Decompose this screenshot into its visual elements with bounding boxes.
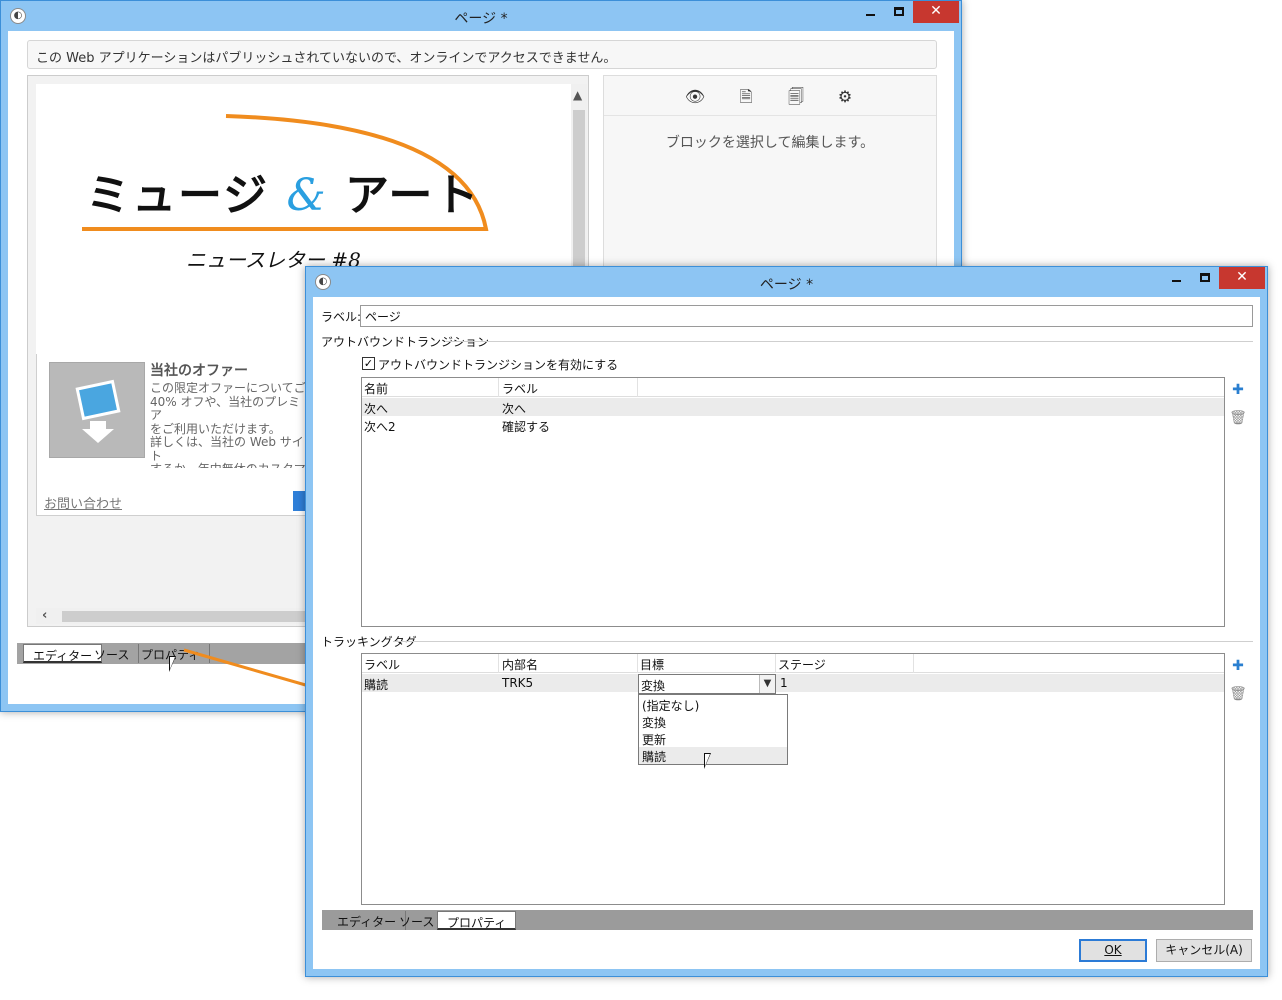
maximize-icon <box>1200 273 1210 282</box>
delete-tag-icon[interactable]: 🗑 <box>1229 685 1247 703</box>
column-header[interactable]: ラベル <box>502 380 538 397</box>
grid-header: 名前 ラベル <box>362 378 1224 397</box>
column-separator <box>498 654 499 673</box>
logo-ampersand: & <box>286 170 328 221</box>
cell-label: 確認する <box>502 420 551 434</box>
column-header[interactable]: 内部名 <box>502 656 538 673</box>
enable-outbound-checkbox[interactable]: ✓ <box>362 357 375 370</box>
tab-properties[interactable]: プロパティ <box>437 911 517 930</box>
select-block-message: ブロックを選択して編集します。 <box>665 135 875 151</box>
upload-document-icon[interactable]: 🗎 <box>735 86 757 108</box>
maximize-button[interactable] <box>1191 267 1219 289</box>
column-header[interactable]: ステージ <box>778 656 826 673</box>
outbound-transitions-grid: 名前 ラベル 次へ 次へ 次へ2 確認する <box>361 377 1225 627</box>
preview-eye-icon[interactable]: 👁 <box>684 86 706 108</box>
picture-icon <box>75 379 121 443</box>
scroll-thumb[interactable] <box>573 110 585 270</box>
preview-toolbar: 👁 🗎 🗐 ⚙ <box>604 76 936 116</box>
contact-link[interactable]: お問い合わせ <box>44 493 122 512</box>
column-separator <box>775 654 776 673</box>
delete-transition-icon[interactable]: 🗑 <box>1229 409 1247 427</box>
minimize-button[interactable] <box>1163 267 1191 289</box>
add-transition-icon[interactable]: ✚ <box>1229 381 1247 399</box>
title-bar[interactable]: ◐ ページ * ✕ <box>1 1 961 31</box>
label-caption: ラベル: <box>321 310 362 324</box>
column-separator <box>913 654 914 673</box>
cell-stage: 1 <box>780 676 788 690</box>
save-document-icon[interactable]: 🗐 <box>785 86 807 108</box>
table-row[interactable]: 次へ2 確認する <box>362 416 1224 434</box>
column-header[interactable]: 目標 <box>640 656 664 673</box>
target-selected-value: 変換 <box>641 679 666 693</box>
dropdown-option[interactable]: 購読 <box>639 747 787 764</box>
logo-part1: ミュージ <box>86 170 270 221</box>
label-input[interactable] <box>360 305 1253 327</box>
window-title: ページ * <box>454 11 508 27</box>
document-settings-icon[interactable]: ⚙ <box>834 86 856 108</box>
table-row[interactable]: 次へ 次へ <box>362 398 1224 416</box>
editor-tabs: エディター ソース プロパティ <box>17 643 317 664</box>
target-dropdown-list: (指定なし) 変換 更新 購読 <box>638 694 788 765</box>
dropdown-option[interactable]: 更新 <box>639 730 787 747</box>
target-select[interactable]: 変換 ▼ <box>638 674 776 694</box>
dropdown-option[interactable]: (指定なし) <box>639 696 787 713</box>
add-tag-icon[interactable]: ✚ <box>1229 657 1247 675</box>
close-button[interactable]: ✕ <box>913 1 959 23</box>
table-row[interactable]: 購読 TRK5 1 <box>362 674 1224 692</box>
minimize-button[interactable] <box>857 1 885 23</box>
divider <box>393 641 1253 642</box>
column-header[interactable]: 名前 <box>364 380 388 397</box>
minimize-icon <box>866 14 875 16</box>
cell-name: 次へ2 <box>364 420 396 434</box>
page-properties-window: ◐ ページ * ✕ ラベル: アウトバウンドトランジション ✓ アウトバウンドト… <box>305 266 1268 977</box>
title-bar[interactable]: ◐ ページ * ✕ <box>306 267 1267 297</box>
enable-outbound-label: アウトバウンドトランジションを有効にする <box>378 358 619 372</box>
grid-header: ラベル 内部名 目標 ステージ <box>362 654 1224 673</box>
unpublished-notice: この Web アプリケーションはパブリッシュされていないので、オンラインでアクセ… <box>27 40 937 69</box>
mouse-cursor-icon <box>169 656 176 672</box>
ok-label: OK <box>1104 943 1122 957</box>
column-separator <box>498 378 499 397</box>
logo: ミュージ & アート <box>86 159 480 223</box>
maximize-icon <box>894 7 904 16</box>
scroll-left-icon[interactable]: ‹ <box>42 608 47 623</box>
logo-part2: アート <box>344 170 481 221</box>
cell-internal-name: TRK5 <box>502 676 534 690</box>
cell-label: 次へ <box>502 402 527 416</box>
tracking-tags-grid: ラベル 内部名 目標 ステージ 購読 TRK5 1 <box>361 653 1225 905</box>
mouse-cursor-icon <box>704 753 711 769</box>
block-properties-panel: 👁 🗎 🗐 ⚙ ブロックを選択して編集します。 <box>603 75 937 275</box>
close-icon: ✕ <box>930 3 942 19</box>
column-separator <box>637 378 638 397</box>
cell-label: 購読 <box>364 678 389 692</box>
scroll-up-icon[interactable]: ▲ <box>573 88 582 102</box>
dropdown-option[interactable]: 変換 <box>639 713 787 730</box>
close-icon: ✕ <box>1236 269 1248 285</box>
window-title: ページ * <box>759 277 814 293</box>
cancel-button[interactable]: キャンセル(A) <box>1156 939 1252 962</box>
minimize-icon <box>1172 280 1181 282</box>
image-placeholder-icon <box>49 362 145 458</box>
offer-body: この限定オファーについてご 40% オフや、当社のプレミア をご利用いただけます… <box>150 382 306 468</box>
divider <box>445 341 1253 342</box>
editor-tabs: エディター ソース プロパティ <box>322 910 1253 930</box>
offer-title: 当社のオファー <box>150 363 248 379</box>
chevron-down-icon[interactable]: ▼ <box>759 675 775 693</box>
window-body: ラベル: アウトバウンドトランジション ✓ アウトバウンドトランジションを有効に… <box>313 297 1260 969</box>
cell-name: 次へ <box>364 402 389 416</box>
column-separator <box>637 654 638 673</box>
close-button[interactable]: ✕ <box>1219 267 1265 289</box>
column-header[interactable]: ラベル <box>364 656 400 673</box>
ok-button[interactable]: OK <box>1079 939 1147 962</box>
maximize-button[interactable] <box>885 1 913 23</box>
